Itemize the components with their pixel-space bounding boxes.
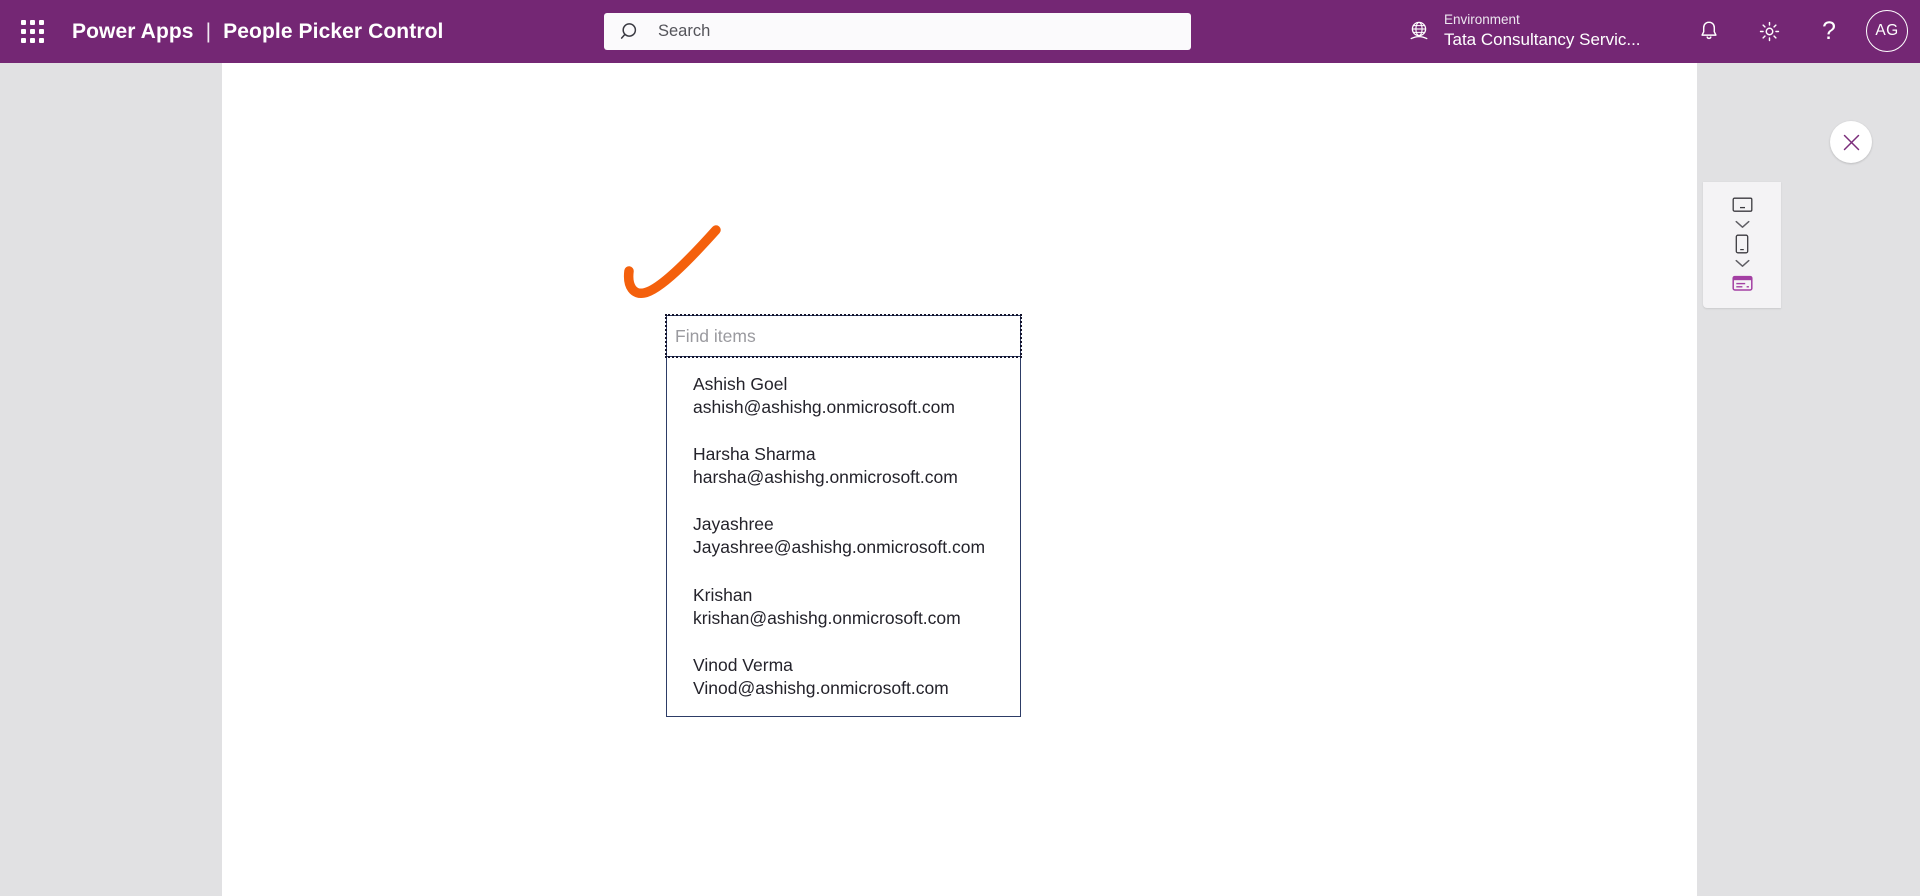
studio-stage: Find items Ashish Goel ashish@ashishg.on… [0, 63, 1920, 896]
desktop-preview-button[interactable] [1720, 194, 1764, 216]
title-separator: | [205, 19, 212, 43]
keyboard-preview-button[interactable] [1720, 272, 1764, 294]
avatar-initials: AG [1875, 22, 1899, 39]
person-name: Jayashree [693, 514, 774, 535]
person-email: ashish@ashishg.onmicrosoft.com [693, 397, 955, 418]
person-name: Vinod Verma [693, 654, 793, 675]
globe-environment-icon [1406, 18, 1432, 44]
list-item[interactable]: Jayashree Jayashree@ashishg.onmicrosoft.… [667, 513, 1020, 559]
person-email: Jayashree@ashishg.onmicrosoft.com [693, 537, 986, 558]
desktop-size-chevron-button[interactable] [1720, 216, 1764, 233]
people-picker-control: Find items Ashish Goel ashish@ashishg.on… [665, 314, 1022, 717]
search-icon [620, 22, 637, 39]
person-email: Vinod@ashishg.onmicrosoft.com [693, 677, 949, 698]
app-launcher-grid-icon [20, 20, 44, 43]
environment-label: Environment [1444, 11, 1520, 27]
person-email: krishan@ashishg.onmicrosoft.com [693, 607, 961, 628]
bell-icon [1701, 21, 1717, 40]
search-placeholder: Search [658, 22, 711, 40]
keyboard-card-icon [1731, 275, 1753, 291]
settings-button[interactable] [1746, 8, 1792, 54]
device-preview-rail [1703, 182, 1781, 308]
gear-icon [1759, 21, 1779, 41]
notifications-button[interactable] [1686, 8, 1732, 54]
monitor-icon [1732, 197, 1752, 212]
help-button[interactable]: ? [1806, 8, 1852, 54]
page-title: People Picker Control [223, 19, 444, 43]
top-command-bar: Power Apps | People Picker Control Searc… [0, 0, 1920, 63]
chevron-down-icon [1734, 220, 1750, 228]
app-canvas: Find items Ashish Goel ashish@ashishg.on… [222, 63, 1697, 896]
list-item[interactable]: Ashish Goel ashish@ashishg.onmicrosoft.c… [667, 373, 1020, 419]
product-name: Power Apps [72, 19, 194, 43]
person-name: Harsha Sharma [693, 444, 816, 465]
find-items-placeholder: Find items [675, 325, 756, 346]
person-name: Ashish Goel [693, 374, 788, 394]
question-mark-icon: ? [1822, 16, 1836, 45]
list-item[interactable]: Krishan krishan@ashishg.onmicrosoft.com [667, 584, 1020, 630]
app-launcher-button[interactable] [8, 8, 56, 56]
environment-picker[interactable]: Environment Tata Consultancy Servic... [1400, 8, 1647, 54]
brand-title[interactable]: Power Apps | People Picker Control [72, 20, 443, 44]
close-x-icon [1843, 134, 1859, 150]
person-email: harsha@ashishg.onmicrosoft.com [693, 467, 958, 488]
list-item[interactable]: Vinod Verma Vinod@ashishg.onmicrosoft.co… [667, 654, 1020, 700]
close-button[interactable] [1830, 121, 1872, 163]
phone-preview-button[interactable] [1720, 233, 1764, 255]
phone-size-chevron-button[interactable] [1720, 255, 1764, 272]
avatar[interactable]: AG [1866, 10, 1908, 52]
people-results-list: Ashish Goel ashish@ashishg.onmicrosoft.c… [666, 356, 1021, 717]
person-name: Krishan [693, 584, 753, 605]
find-items-input[interactable]: Find items [665, 314, 1022, 358]
phone-icon [1735, 234, 1749, 254]
search-box[interactable]: Search [604, 13, 1191, 50]
environment-name: Tata Consultancy Servic... [1444, 29, 1641, 49]
chevron-down-icon [1734, 259, 1750, 267]
list-item[interactable]: Harsha Sharma harsha@ashishg.onmicrosoft… [667, 443, 1020, 489]
